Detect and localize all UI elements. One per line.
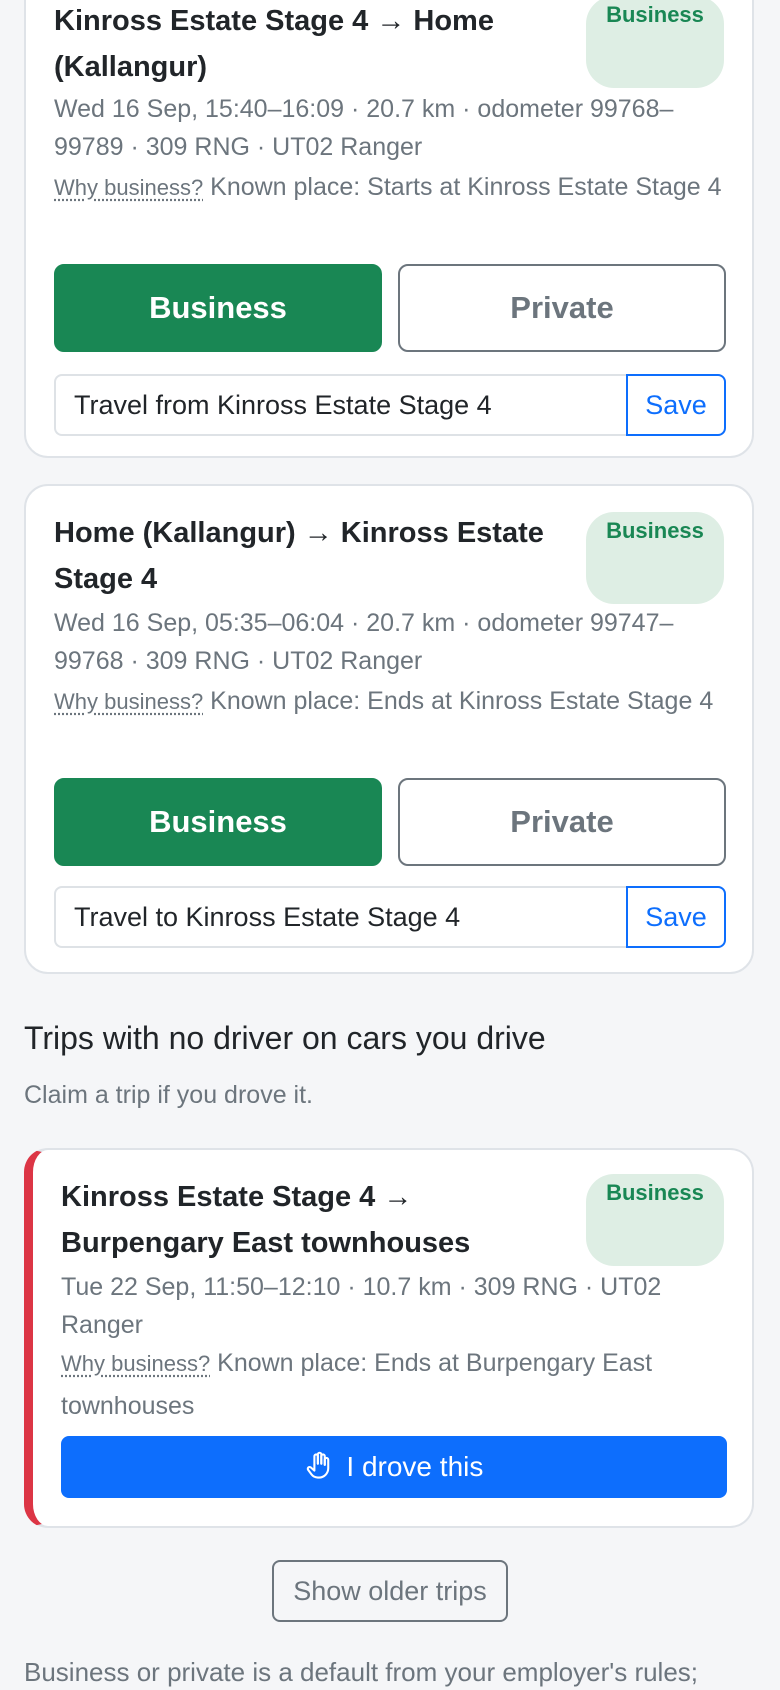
section-subtitle: Claim a trip if you drove it. xyxy=(24,1081,313,1109)
why-business-link[interactable]: Why business? xyxy=(54,689,203,714)
trip-card: Kinross Estate Stage 4 → Home (Kallangur… xyxy=(24,0,754,458)
business-button[interactable]: Business xyxy=(54,778,382,866)
unclaimed-trip-card: Kinross Estate Stage 4 → Burpengary East… xyxy=(24,1148,754,1528)
trip-meta: Tue 22 Sep, 11:50–12:10 · 10.7 km · 309 … xyxy=(61,1273,662,1339)
i-drove-this-label: I drove this xyxy=(346,1451,484,1482)
why-business-link[interactable]: Why business? xyxy=(54,175,203,200)
why-business-reason: Known place: Ends at Kinross Estate Stag… xyxy=(210,687,714,715)
trip-meta: Wed 16 Sep, 15:40–16:09 · 20.7 km · odom… xyxy=(54,95,674,161)
why-business-link[interactable]: Why business? xyxy=(61,1351,210,1376)
footer-note: Business or private is a default from yo… xyxy=(24,1657,699,1687)
category-badge: Business xyxy=(586,0,724,88)
why-business-reason: Known place: Starts at Kinross Estate St… xyxy=(210,173,722,201)
private-button[interactable]: Private xyxy=(398,778,726,866)
trip-note-input[interactable]: Travel from Kinross Estate Stage 4 xyxy=(54,374,626,436)
hand-icon xyxy=(306,1451,329,1479)
show-older-trips-button[interactable]: Show older trips xyxy=(272,1560,508,1622)
why-business: Why business? Known place: Ends at Kinro… xyxy=(54,680,734,723)
trip-note-input[interactable]: Travel to Kinross Estate Stage 4 xyxy=(54,886,626,948)
trip-card: Home (Kallangur) → Kinross Estate Stage … xyxy=(24,484,754,974)
private-button[interactable]: Private xyxy=(398,264,726,352)
why-business: Why business? Known place: Starts at Kin… xyxy=(54,166,734,209)
category-badge: Business xyxy=(586,512,724,604)
save-button[interactable]: Save xyxy=(626,886,726,948)
trip-title: Kinross Estate Stage 4 → Burpengary East… xyxy=(61,1181,471,1259)
trip-meta: Wed 16 Sep, 05:35–06:04 · 20.7 km · odom… xyxy=(54,609,674,675)
save-button[interactable]: Save xyxy=(626,374,726,436)
trip-title: Home (Kallangur) → Kinross Estate Stage … xyxy=(54,517,544,595)
category-badge: Business xyxy=(586,1174,724,1266)
trip-note-row: Travel to Kinross Estate Stage 4 Save xyxy=(54,886,726,948)
why-business: Why business? Known place: Ends at Burpe… xyxy=(61,1342,731,1427)
section-title: Trips with no driver on cars you drive xyxy=(24,1020,546,1056)
trip-title: Kinross Estate Stage 4 → Home (Kallangur… xyxy=(54,5,494,83)
business-button[interactable]: Business xyxy=(54,264,382,352)
trip-note-row: Travel from Kinross Estate Stage 4 Save xyxy=(54,374,726,436)
i-drove-this-button[interactable]: I drove this xyxy=(61,1436,727,1498)
